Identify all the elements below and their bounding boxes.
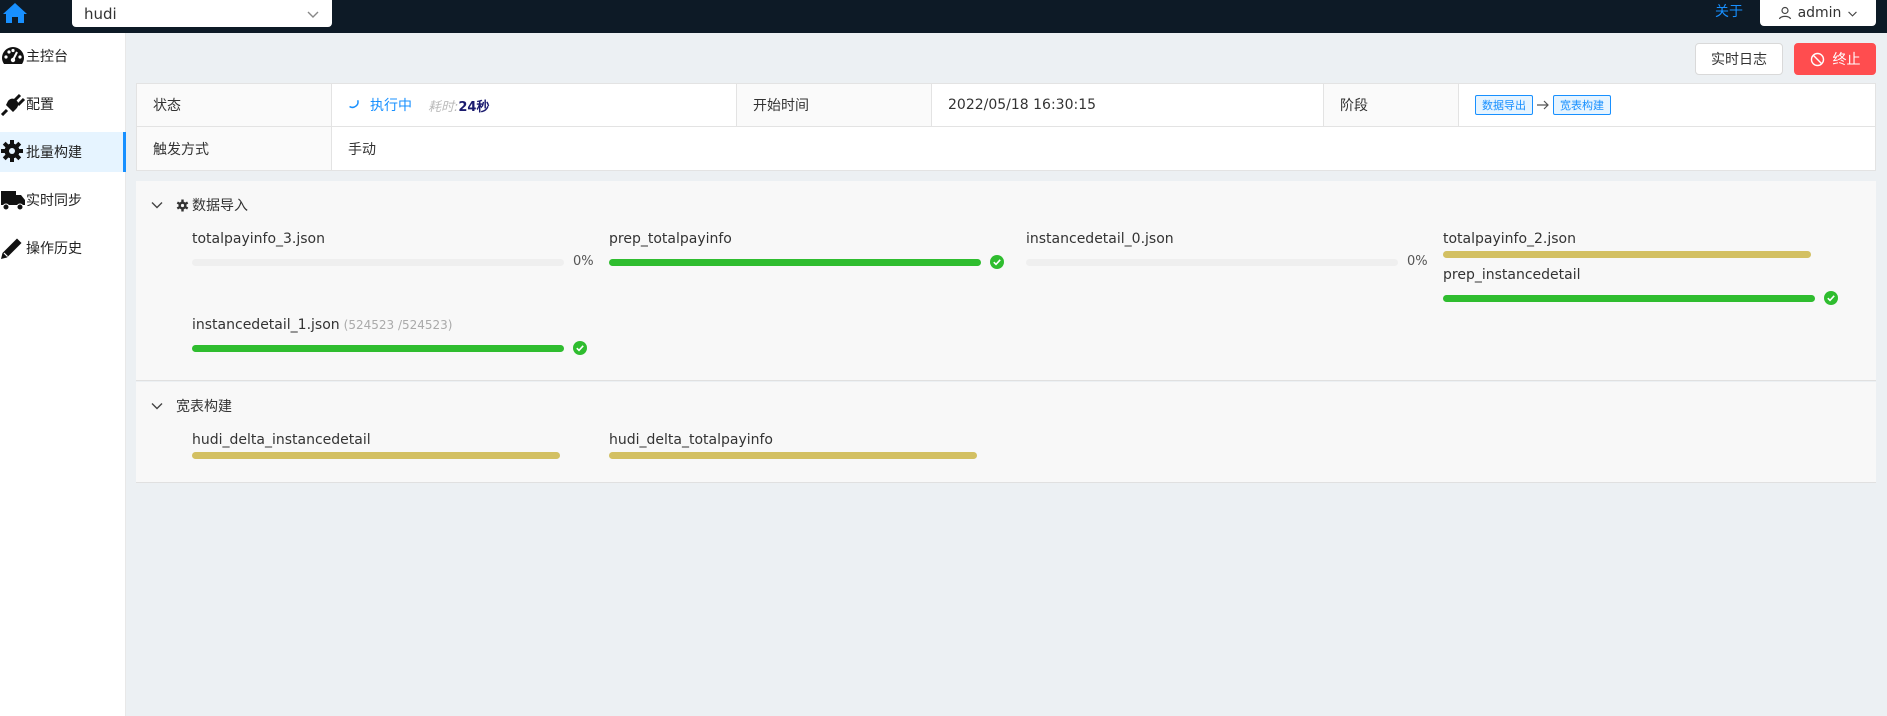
wide-table-build-panel: 宽表构建 hudi_delta_instancedetail hudi_delt…: [136, 382, 1876, 483]
task-progress-fill: [609, 259, 981, 266]
task-progress-fill: [192, 345, 564, 352]
loading-spinner-icon: [349, 100, 359, 109]
task-progress-fill: [1443, 295, 1815, 302]
task-name: hudi_delta_instancedetail: [192, 432, 371, 448]
task-progress-fill: [609, 452, 977, 459]
sidebar: 主控台 配置 批量构建 实时同步 操作历史: [0, 33, 126, 716]
database-select-value: hudi: [84, 4, 117, 23]
user-icon: [1778, 6, 1791, 20]
stop-icon: [1810, 52, 1824, 66]
task-progress-bar: [192, 259, 564, 266]
data-import-header[interactable]: 数据导入: [150, 195, 248, 215]
task-name: instancedetail_1.json (524523 /524523): [192, 317, 452, 333]
task-percent: 0%: [573, 254, 594, 269]
sidebar-item-label: 实时同步: [26, 193, 82, 209]
task-name: prep_instancedetail: [1443, 267, 1581, 283]
data-import-panel: 数据导入 totalpayinfo_3.json 0% prep_totalpa…: [136, 181, 1876, 381]
elapsed-value: 24秒: [458, 99, 490, 115]
pencil-icon: [1, 238, 22, 259]
task-name-text: instancedetail_1.json: [192, 317, 340, 333]
task-item: totalpayinfo_2.json: [1443, 231, 1576, 247]
sidebar-item-label: 主控台: [26, 49, 68, 65]
task-progress-bar: [1026, 259, 1398, 266]
home-icon[interactable]: [2, 2, 28, 24]
build-info-table: 状态 执行中 耗时: 24秒 开始时间 2022/05/18 16:30:15 …: [136, 83, 1876, 171]
chevron-down-icon: [151, 403, 163, 410]
sidebar-item-config[interactable]: 配置: [0, 84, 126, 124]
task-progress-bar: [1443, 251, 1811, 258]
info-row: 状态 执行中 耗时: 24秒 开始时间 2022/05/18 16:30:15 …: [137, 84, 1875, 127]
sidebar-item-history[interactable]: 操作历史: [0, 228, 126, 268]
elapsed-label: 耗时:: [428, 99, 459, 115]
sidebar-item-batch-build[interactable]: 批量构建: [0, 132, 126, 172]
stage-tag: 宽表构建: [1553, 95, 1611, 115]
task-name: totalpayinfo_2.json: [1443, 231, 1576, 247]
realtime-log-button[interactable]: 实时日志: [1695, 43, 1783, 75]
sidebar-item-realtime-sync[interactable]: 实时同步: [0, 180, 126, 220]
arrow-right-icon: [1537, 100, 1549, 110]
user-menu[interactable]: admin: [1760, 0, 1876, 26]
task-name: instancedetail_0.json: [1026, 231, 1174, 247]
stop-button[interactable]: 终止: [1794, 43, 1876, 75]
stage-label: 阶段: [1324, 84, 1459, 126]
top-navbar: hudi 关于 admin: [0, 0, 1887, 33]
sidebar-item-label: 配置: [26, 97, 54, 113]
task-count: (524523 /524523): [343, 318, 453, 332]
chevron-down-icon: [307, 11, 319, 18]
task-item: instancedetail_1.json (524523 /524523): [192, 317, 452, 333]
task-progress-bar: [192, 452, 560, 459]
check-circle-icon: [1824, 291, 1838, 305]
task-progress-fill: [1443, 251, 1811, 258]
trigger-value: 手动: [348, 141, 376, 158]
panel-title: 数据导入: [192, 198, 248, 214]
task-item: hudi_delta_totalpayinfo: [609, 432, 773, 448]
check-circle-icon: [573, 341, 587, 355]
status-value-cell: 执行中 耗时: 24秒: [332, 84, 737, 126]
stage-tag: 数据导出: [1475, 95, 1533, 115]
task-name: totalpayinfo_3.json: [192, 231, 325, 247]
chevron-down-icon: [1848, 11, 1858, 17]
task-progress-fill: [192, 452, 560, 459]
start-time-label: 开始时间: [737, 84, 932, 126]
dashboard-icon: [2, 47, 24, 64]
database-select[interactable]: hudi: [72, 0, 332, 27]
about-link[interactable]: 关于: [1715, 1, 1743, 21]
realtime-log-button-label: 实时日志: [1711, 52, 1767, 68]
wide-table-build-header[interactable]: 宽表构建: [150, 396, 232, 416]
task-item: totalpayinfo_3.json: [192, 231, 325, 247]
task-progress-bar: [609, 259, 981, 266]
status-value: 执行中: [370, 98, 412, 114]
check-circle-icon: [990, 255, 1004, 269]
panel-title: 宽表构建: [176, 399, 232, 415]
status-label: 状态: [137, 84, 332, 126]
task-percent: 0%: [1407, 254, 1428, 269]
truck-icon: [1, 191, 25, 211]
stop-button-label: 终止: [1832, 52, 1861, 68]
task-progress-bar: [192, 345, 564, 352]
info-row: 触发方式 手动: [137, 127, 1875, 170]
task-item: hudi_delta_instancedetail: [192, 432, 371, 448]
sidebar-item-label: 批量构建: [26, 145, 82, 161]
trigger-label: 触发方式: [137, 127, 332, 170]
task-progress-bar: [1443, 295, 1815, 302]
task-name: prep_totalpayinfo: [609, 231, 732, 247]
start-time-value: 2022/05/18 16:30:15: [932, 84, 1324, 126]
task-progress-bar: [609, 452, 977, 459]
task-name: hudi_delta_totalpayinfo: [609, 432, 774, 448]
task-item: prep_instancedetail: [1443, 267, 1581, 283]
plug-icon: [0, 93, 26, 116]
sidebar-item-label: 操作历史: [26, 241, 82, 257]
task-item: prep_totalpayinfo: [609, 231, 732, 247]
task-item: instancedetail_0.json: [1026, 231, 1174, 247]
gear-icon: [176, 199, 189, 211]
stage-value-cell: 数据导出 宽表构建: [1459, 84, 1875, 126]
sidebar-item-dashboard[interactable]: 主控台: [0, 36, 126, 76]
user-name: admin: [1797, 5, 1842, 21]
chevron-down-icon: [151, 202, 163, 209]
gear-icon: [1, 140, 23, 162]
